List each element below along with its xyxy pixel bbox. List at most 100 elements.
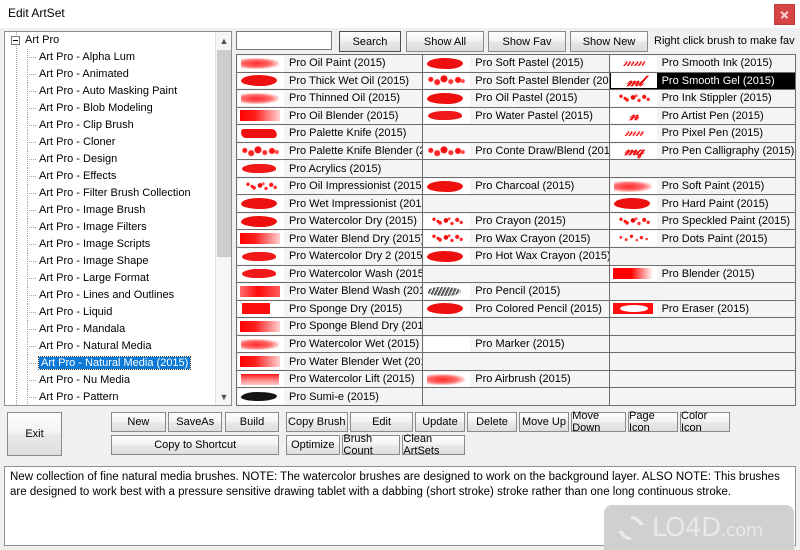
- brush-row[interactable]: Pro Oil Pastel (2015): [423, 90, 608, 108]
- brush-row[interactable]: Pro Sumi-e (2015): [237, 388, 422, 406]
- move-up-button[interactable]: Move Up: [519, 412, 569, 432]
- tree-node-art-pro-image-shape[interactable]: Art Pro - Image Shape: [5, 253, 215, 270]
- brush-row[interactable]: Pro Watercolor Wet (2015): [237, 336, 422, 354]
- brush-row[interactable]: Pro Hard Paint (2015): [610, 195, 795, 213]
- copy-to-shortcut-button[interactable]: Copy to Shortcut: [111, 435, 279, 455]
- brush-row[interactable]: 𝓂𝓄 Pro Marker (2015): [423, 336, 608, 354]
- brush-row[interactable]: Pro Water Blender Wet (2015): [237, 353, 422, 371]
- tree-node-art-pro-lines-and-outlines[interactable]: Art Pro - Lines and Outlines: [5, 287, 215, 304]
- brush-row[interactable]: Pro Watercolor Dry 2 (2015): [237, 248, 422, 266]
- brush-row[interactable]: Pro Pencil (2015): [423, 283, 608, 301]
- brush-stroke-icon: [241, 392, 277, 401]
- scroll-down-icon[interactable]: ▼: [216, 388, 232, 405]
- brush-row[interactable]: Pro Water Pastel (2015): [423, 108, 608, 126]
- close-button[interactable]: [774, 4, 795, 25]
- update-button[interactable]: Update: [415, 412, 465, 432]
- brush-row[interactable]: Pro Hot Wax Crayon (2015): [423, 248, 608, 266]
- brush-row[interactable]: Pro Wet Impressionist (2015): [237, 195, 422, 213]
- brush-row[interactable]: Pro Palette Knife (2015): [237, 125, 422, 143]
- tree-node-art-pro-liquid[interactable]: Art Pro - Liquid: [5, 304, 215, 321]
- tree-node-art-pro-animated[interactable]: Art Pro - Animated: [5, 66, 215, 83]
- delete-button[interactable]: Delete: [467, 412, 517, 432]
- brush-grid[interactable]: Pro Oil Paint (2015) Pro Thick Wet Oil (2…: [236, 54, 796, 406]
- brush-row[interactable]: Pro Colored Pencil (2015): [423, 301, 608, 319]
- tree-node-art-pro-alpha-lum[interactable]: Art Pro - Alpha Lum: [5, 49, 215, 66]
- color-icon-button[interactable]: Color Icon: [680, 412, 730, 432]
- brush-row[interactable]: 𝓂𝓃 Pro Pixel Pen (2015): [610, 125, 795, 143]
- brush-row[interactable]: Pro Oil Impressionist (2015): [237, 178, 422, 196]
- brush-row[interactable]: Pro Watercolor Wash (2015): [237, 266, 422, 284]
- tree-node-art-pro-nu-media[interactable]: Art Pro - Nu Media: [5, 372, 215, 389]
- clean-artsets-button[interactable]: Clean ArtSets: [402, 435, 464, 455]
- brush-row[interactable]: 𝓂𝓂 Pro Smooth Ink (2015): [610, 55, 795, 73]
- saveas-button[interactable]: SaveAs: [168, 412, 222, 432]
- copy-brush-button[interactable]: Copy Brush: [286, 412, 348, 432]
- show-all-button[interactable]: Show All: [406, 31, 484, 52]
- show-new-button[interactable]: Show New: [570, 31, 648, 52]
- brush-row[interactable]: Pro Speckled Paint (2015): [610, 213, 795, 231]
- collapse-icon[interactable]: [11, 36, 20, 45]
- brush-thumbnail: [611, 179, 657, 194]
- search-input[interactable]: [236, 31, 332, 50]
- scroll-up-icon[interactable]: ▲: [216, 32, 232, 49]
- brush-row[interactable]: Pro Eraser (2015): [610, 301, 795, 319]
- brush-row[interactable]: Pro Watercolor Dry (2015): [237, 213, 422, 231]
- tree-scrollbar[interactable]: ▲ ▼: [215, 32, 231, 405]
- exit-button[interactable]: Exit: [7, 412, 62, 456]
- artset-tree[interactable]: Art Pro Art Pro - Alpha Lum Art Pro - Anim…: [4, 31, 232, 406]
- brush-row[interactable]: Pro Airbrush (2015): [423, 371, 608, 389]
- brush-row[interactable]: Pro Acrylics (2015): [237, 160, 422, 178]
- brush-row[interactable]: 𝓃 Pro Artist Pen (2015): [610, 108, 795, 126]
- build-button[interactable]: Build: [225, 412, 279, 432]
- brush-name: Pro Marker (2015): [475, 338, 564, 350]
- tree-node-art-pro-effects[interactable]: Art Pro - Effects: [5, 168, 215, 185]
- brush-row[interactable]: Pro Water Blend Dry (2015): [237, 230, 422, 248]
- tree-node-art-pro-pattern[interactable]: Art Pro - Pattern: [5, 389, 215, 406]
- tree-node-art-pro-image-scripts[interactable]: Art Pro - Image Scripts: [5, 236, 215, 253]
- page-icon-button[interactable]: Page Icon: [628, 412, 678, 432]
- brush-row[interactable]: Pro Ink Stippler (2015): [610, 90, 795, 108]
- move-down-button[interactable]: Move Down: [571, 412, 625, 432]
- brush-row[interactable]: Pro Thinned Oil (2015): [237, 90, 422, 108]
- brush-row[interactable]: Pro Crayon (2015): [423, 213, 608, 231]
- tree-node-art-pro-image-brush[interactable]: Art Pro - Image Brush: [5, 202, 215, 219]
- optimize-button[interactable]: Optimize: [286, 435, 340, 455]
- tree-node-art-pro-design[interactable]: Art Pro - Design: [5, 151, 215, 168]
- brush-row[interactable]: Pro Dots Paint (2015): [610, 230, 795, 248]
- brush-row[interactable]: Pro Wax Crayon (2015): [423, 230, 608, 248]
- brush-row[interactable]: 𝓂𝓆 Pro Pen Calligraphy (2015): [610, 143, 795, 161]
- brush-row[interactable]: Pro Water Blend Wash (2015): [237, 283, 422, 301]
- brush-row[interactable]: Pro Blender (2015): [610, 266, 795, 284]
- tree-node-root[interactable]: Art Pro: [5, 32, 215, 49]
- brush-row[interactable]: Pro Charcoal (2015): [423, 178, 608, 196]
- brush-count-button[interactable]: Brush Count: [342, 435, 400, 455]
- tree-node-art-pro-auto-masking-paint[interactable]: Art Pro - Auto Masking Paint: [5, 83, 215, 100]
- brush-row[interactable]: Pro Soft Pastel (2015): [423, 55, 608, 73]
- brush-row[interactable]: Pro Oil Blender (2015): [237, 108, 422, 126]
- brush-row[interactable]: Pro Sponge Dry (2015): [237, 301, 422, 319]
- tree-node-art-pro-natural-media[interactable]: Art Pro - Natural Media: [5, 338, 215, 355]
- brush-row[interactable]: Pro Watercolor Lift (2015): [237, 371, 422, 389]
- tree-node-art-pro-clip-brush[interactable]: Art Pro - Clip Brush: [5, 117, 215, 134]
- tree-node-art-pro-image-filters[interactable]: Art Pro - Image Filters: [5, 219, 215, 236]
- brush-name: Pro Watercolor Wet (2015): [289, 338, 419, 350]
- new-button[interactable]: New: [111, 412, 165, 432]
- tree-node-art-pro-blob-modeling[interactable]: Art Pro - Blob Modeling: [5, 100, 215, 117]
- brush-row[interactable]: 𝓂𝓁 Pro Smooth Gel (2015): [610, 73, 795, 91]
- brush-row[interactable]: Pro Palette Knife Blender (2015): [237, 143, 422, 161]
- tree-node-art-pro-cloner[interactable]: Art Pro - Cloner: [5, 134, 215, 151]
- brush-row[interactable]: Pro Thick Wet Oil (2015): [237, 73, 422, 91]
- show-fav-button[interactable]: Show Fav: [488, 31, 566, 52]
- brush-row[interactable]: Pro Sponge Blend Dry (2015): [237, 318, 422, 336]
- search-button[interactable]: Search: [339, 31, 401, 52]
- tree-node-art-pro-natural-media-2015[interactable]: Art Pro - Natural Media (2015): [5, 355, 215, 372]
- brush-row[interactable]: Pro Oil Paint (2015): [237, 55, 422, 73]
- tree-scrollbar-thumb[interactable]: [217, 50, 231, 257]
- brush-row[interactable]: Pro Conte Draw/Blend (2015): [423, 143, 608, 161]
- brush-row[interactable]: Pro Soft Paint (2015): [610, 178, 795, 196]
- tree-node-art-pro-filter-brush-collection[interactable]: Art Pro - Filter Brush Collection: [5, 185, 215, 202]
- tree-node-art-pro-large-format[interactable]: Art Pro - Large Format: [5, 270, 215, 287]
- tree-node-art-pro-mandala[interactable]: Art Pro - Mandala: [5, 321, 215, 338]
- brush-row[interactable]: Pro Soft Pastel Blender (2015): [423, 73, 608, 91]
- edit-button[interactable]: Edit: [350, 412, 412, 432]
